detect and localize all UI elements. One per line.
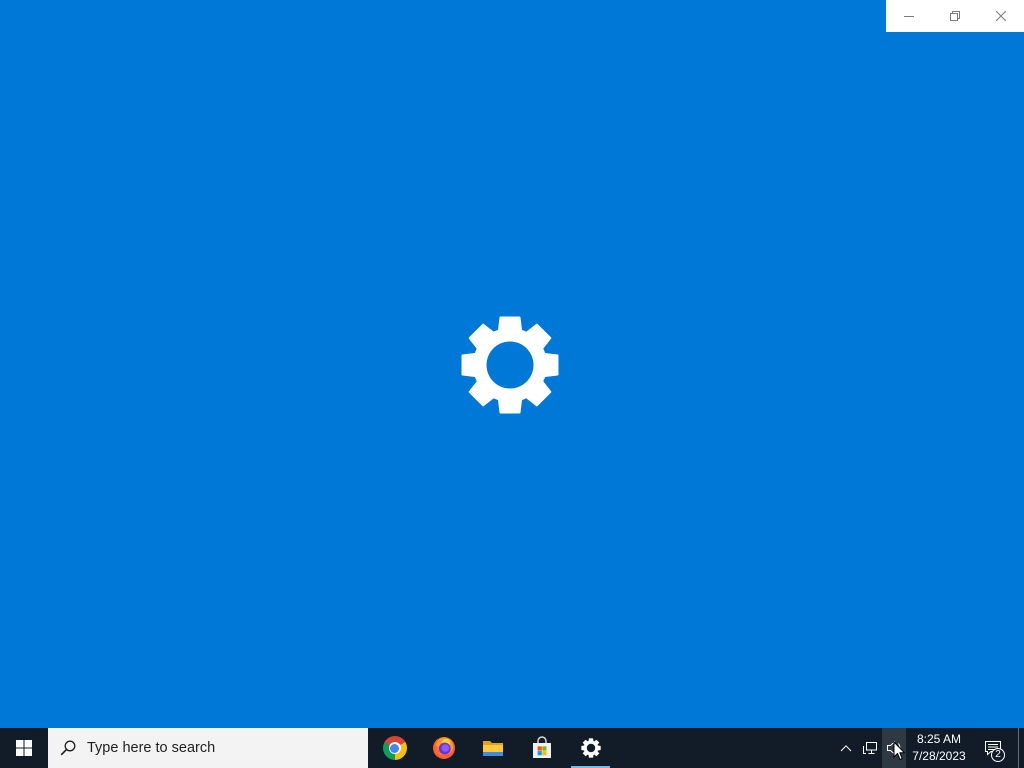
microsoft-store-icon bbox=[532, 736, 551, 758]
gear-icon bbox=[461, 316, 559, 414]
restore-icon bbox=[950, 11, 960, 21]
restore-button[interactable] bbox=[932, 0, 978, 32]
chevron-up-icon bbox=[840, 745, 852, 752]
pinned-apps bbox=[370, 728, 615, 768]
taskbar: 8:25 AM 7/28/2023 2 bbox=[0, 728, 1024, 768]
notification-badge: 2 bbox=[991, 748, 1005, 762]
action-center-button[interactable]: 2 bbox=[972, 728, 1016, 768]
settings-splash-screen bbox=[0, 0, 1024, 728]
start-button[interactable] bbox=[0, 728, 48, 768]
taskbar-app-firefox[interactable] bbox=[419, 728, 468, 768]
network-button[interactable] bbox=[858, 728, 882, 768]
search-icon bbox=[60, 740, 76, 756]
file-explorer-icon bbox=[482, 741, 503, 756]
mouse-cursor bbox=[893, 741, 905, 760]
clock[interactable]: 8:25 AM 7/28/2023 bbox=[906, 728, 972, 768]
close-icon bbox=[996, 11, 1006, 21]
taskbar-app-file-explorer[interactable] bbox=[468, 728, 517, 768]
close-button[interactable] bbox=[978, 0, 1024, 32]
clock-date: 7/28/2023 bbox=[912, 749, 966, 763]
clock-time: 8:25 AM bbox=[916, 732, 962, 746]
show-desktop-button[interactable] bbox=[1018, 728, 1024, 768]
taskbar-app-microsoft-store[interactable] bbox=[517, 728, 566, 768]
window-caption-buttons bbox=[886, 0, 1024, 32]
network-icon bbox=[863, 742, 877, 754]
settings-icon bbox=[580, 738, 601, 758]
windows-logo-icon bbox=[16, 740, 32, 756]
search-box[interactable] bbox=[48, 728, 368, 768]
taskbar-app-chrome[interactable] bbox=[370, 728, 419, 768]
taskbar-app-settings[interactable] bbox=[566, 728, 615, 768]
show-hidden-icons-button[interactable] bbox=[834, 728, 858, 768]
chrome-icon bbox=[382, 736, 407, 760]
firefox-icon bbox=[432, 737, 455, 759]
minimize-button[interactable] bbox=[886, 0, 932, 32]
minimize-icon bbox=[904, 16, 914, 17]
search-input[interactable] bbox=[87, 728, 357, 768]
